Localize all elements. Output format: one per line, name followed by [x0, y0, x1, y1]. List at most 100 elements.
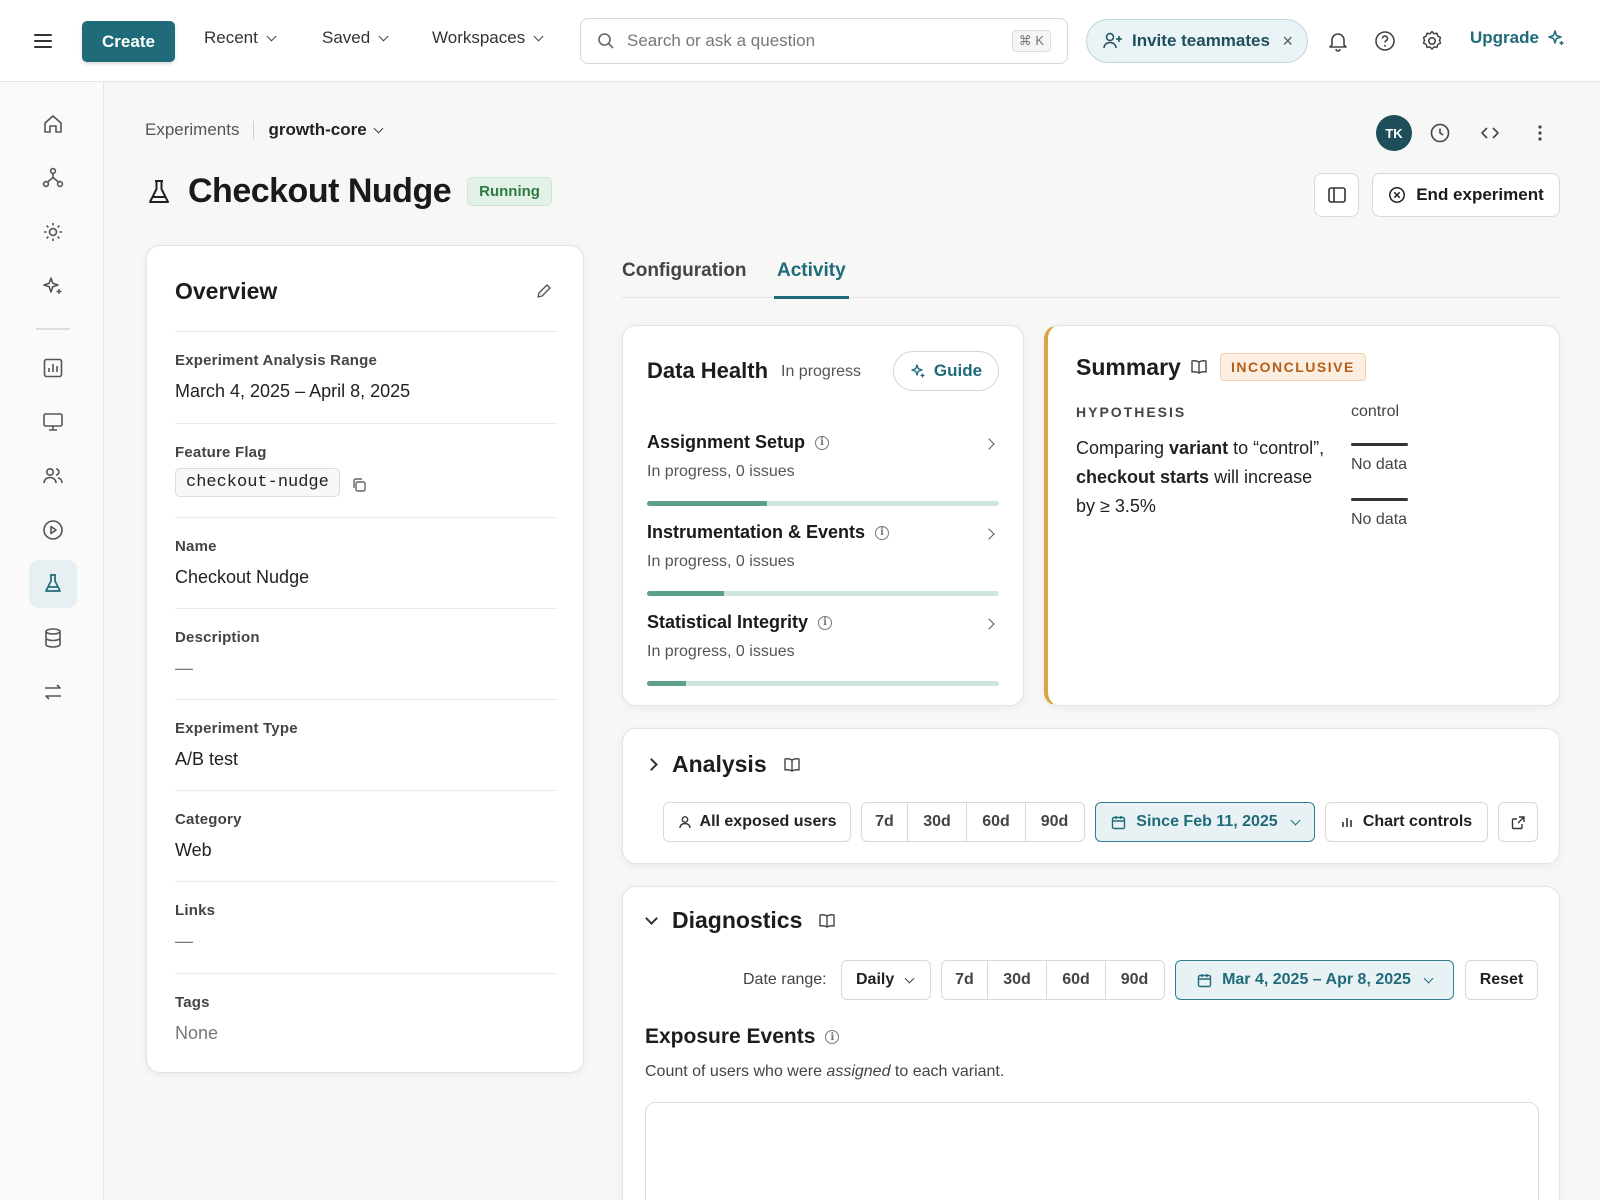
- chevron-right-icon: [983, 618, 995, 630]
- recent-menu[interactable]: Recent: [204, 28, 277, 48]
- hypothesis-text: Comparing variant to “control”, checkout…: [1076, 438, 1325, 516]
- info-icon[interactable]: i: [825, 1030, 840, 1044]
- rail-ai[interactable]: [29, 262, 77, 310]
- history-button[interactable]: [1427, 120, 1453, 146]
- database-icon: [45, 628, 61, 648]
- clock-icon: [1430, 123, 1450, 143]
- bar-chart-icon: [1342, 818, 1352, 827]
- rail-dashboards[interactable]: [29, 344, 77, 392]
- copy-icon[interactable]: [351, 477, 367, 493]
- more-vertical-icon: [1538, 125, 1542, 141]
- diagnostics-header[interactable]: Diagnostics: [645, 907, 836, 934]
- book-icon[interactable]: [818, 913, 836, 929]
- experiment-type-field: Experiment Type A/B test: [175, 699, 557, 790]
- chevron-down-icon: [266, 31, 277, 41]
- health-row-assignment-setup[interactable]: Assignment Setup i In progress, 0 issues: [647, 432, 999, 512]
- more-options-button[interactable]: [1527, 120, 1553, 146]
- rail-pipelines[interactable]: [29, 668, 77, 716]
- saved-menu[interactable]: Saved: [322, 28, 389, 48]
- progress-fill: [647, 501, 767, 506]
- left-rail: [0, 82, 104, 1200]
- range-7d-button[interactable]: 7d: [942, 961, 988, 999]
- hamburger-menu-icon[interactable]: [34, 30, 56, 52]
- chevron-right-icon: [983, 438, 995, 450]
- info-icon[interactable]: i: [818, 615, 833, 630]
- range-60d-button[interactable]: 60d: [1047, 961, 1106, 999]
- gear-icon[interactable]: [1420, 29, 1444, 53]
- bar-chart-icon: [43, 358, 63, 378]
- audience-button[interactable]: All exposed users: [663, 802, 851, 842]
- book-icon[interactable]: [783, 757, 801, 773]
- range-30d-button[interactable]: 30d: [908, 803, 967, 841]
- avatar[interactable]: TK: [1376, 115, 1412, 151]
- hypothesis-label: HYPOTHESIS: [1076, 404, 1187, 420]
- chevron-right-icon: [645, 758, 658, 771]
- info-icon[interactable]: i: [875, 525, 890, 540]
- range-90d-button[interactable]: 90d: [1026, 803, 1083, 841]
- tab-activity[interactable]: Activity: [774, 260, 849, 299]
- rail-users[interactable]: [29, 452, 77, 500]
- bell-icon[interactable]: [1326, 29, 1350, 53]
- tab-bar: Configuration Activity: [622, 250, 1560, 299]
- range-7d-button[interactable]: 7d: [862, 803, 908, 841]
- rail-home[interactable]: [29, 100, 77, 148]
- end-experiment-button[interactable]: End experiment: [1372, 173, 1560, 217]
- health-row-instrumentation[interactable]: Instrumentation & Events i In progress, 0…: [647, 522, 999, 602]
- rail-sessions[interactable]: [29, 398, 77, 446]
- reset-button[interactable]: Reset: [1465, 960, 1538, 1000]
- feature-flag-chip[interactable]: checkout-nudge: [175, 468, 340, 497]
- since-date-button[interactable]: Since Feb 11, 2025: [1095, 802, 1315, 842]
- book-icon[interactable]: [1190, 359, 1208, 375]
- flask-icon: [45, 574, 61, 592]
- flask-icon: [149, 179, 169, 203]
- code-button[interactable]: [1477, 120, 1503, 146]
- home-icon: [44, 115, 62, 133]
- control-legend-line: [1351, 443, 1408, 446]
- workspaces-menu[interactable]: Workspaces: [432, 28, 544, 48]
- info-icon[interactable]: i: [815, 435, 830, 450]
- diagnostics-range-selector: 7d 30d 60d 90d: [941, 960, 1165, 1000]
- sparkle-icon: [43, 277, 62, 294]
- chart-controls-button[interactable]: Chart controls: [1325, 802, 1488, 842]
- data-health-title: Data Health: [647, 358, 769, 383]
- tab-configuration[interactable]: Configuration: [622, 260, 747, 296]
- analysis-card: Analysis All exposed users 7d 30d 60d 90…: [622, 728, 1560, 864]
- chevron-down-icon: [533, 31, 544, 41]
- analysis-header[interactable]: Analysis: [645, 751, 801, 778]
- chevron-down-icon: [1290, 815, 1301, 825]
- invite-teammates-button[interactable]: Invite teammates ×: [1086, 19, 1308, 63]
- guide-button[interactable]: Guide: [893, 351, 999, 391]
- date-range-button[interactable]: Mar 4, 2025 – Apr 8, 2025: [1175, 960, 1454, 1000]
- breadcrumb: Experiments growth-core: [145, 120, 384, 140]
- pencil-icon[interactable]: [535, 282, 553, 300]
- open-external-button[interactable]: [1498, 802, 1538, 842]
- top-bar: Create Recent Saved Workspaces ⌘ K Invit…: [0, 0, 1600, 82]
- project-switcher[interactable]: growth-core: [268, 120, 384, 140]
- progress-bar: [647, 681, 999, 686]
- range-30d-button[interactable]: 30d: [988, 961, 1047, 999]
- rail-data[interactable]: [29, 614, 77, 662]
- upgrade-link[interactable]: Upgrade: [1470, 28, 1565, 48]
- rail-replay[interactable]: [29, 506, 77, 554]
- external-link-icon: [1511, 815, 1525, 829]
- no-data-label: No data: [1351, 511, 1408, 528]
- range-60d-button[interactable]: 60d: [967, 803, 1026, 841]
- create-button[interactable]: Create: [82, 21, 175, 62]
- no-data-label: No data: [1351, 456, 1408, 473]
- range-90d-button[interactable]: 90d: [1106, 961, 1163, 999]
- help-icon[interactable]: [1373, 29, 1397, 53]
- exposure-events-title: Exposure Events i: [645, 1025, 840, 1049]
- monitor-icon: [43, 413, 63, 431]
- granularity-select[interactable]: Daily: [841, 960, 931, 1000]
- play-circle-icon: [43, 520, 63, 540]
- chevron-right-icon: [983, 528, 995, 540]
- search-box[interactable]: ⌘ K: [580, 18, 1068, 64]
- toggle-panel-button[interactable]: [1314, 173, 1359, 217]
- search-input[interactable]: [627, 31, 1007, 51]
- breadcrumb-experiments-link[interactable]: Experiments: [145, 120, 239, 140]
- close-icon[interactable]: ×: [1282, 31, 1293, 52]
- rail-feature-flags[interactable]: [29, 208, 77, 256]
- rail-experiments[interactable]: [29, 560, 77, 608]
- health-row-statistical-integrity[interactable]: Statistical Integrity i In progress, 0 is…: [647, 612, 999, 692]
- rail-graph[interactable]: [29, 154, 77, 202]
